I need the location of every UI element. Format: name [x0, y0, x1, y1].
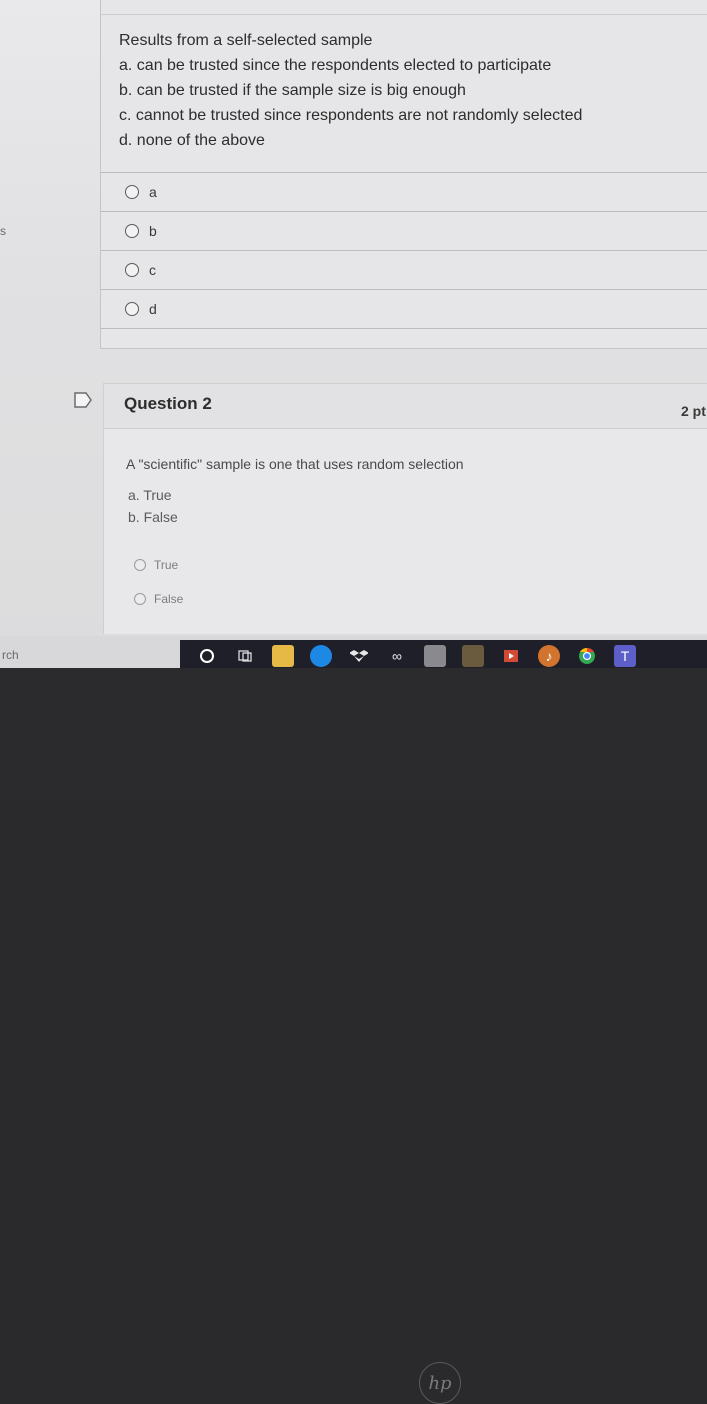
question-2-card: Question 2 A "scientific" sample is one … [103, 383, 707, 634]
task-view-icon[interactable] [234, 645, 256, 667]
answer-b[interactable]: b [101, 211, 707, 250]
question-1-option-d: d. none of the above [119, 132, 265, 149]
answer-true-label: True [154, 558, 179, 572]
radio-b[interactable] [125, 224, 139, 238]
margin-mark: s [0, 224, 6, 238]
question-1-text: Results from a self-selected sample a. c… [119, 28, 639, 153]
question-1-option-b: b. can be trusted if the sample size is … [119, 82, 466, 99]
answer-true[interactable]: True [134, 558, 178, 572]
question-1-card: Results from a self-selected sample a. c… [100, 0, 707, 349]
question-2-option-a: a. True [128, 487, 172, 503]
dropbox-icon[interactable] [348, 645, 370, 667]
question-2-text: A "scientific" sample is one that uses r… [126, 456, 464, 472]
browser-viewport: s Results from a self-selected sample a.… [0, 0, 707, 668]
media-player-icon[interactable] [500, 645, 522, 667]
calculator-icon[interactable] [424, 645, 446, 667]
answer-false-label: False [154, 592, 184, 606]
radio-c[interactable] [125, 263, 139, 277]
infinity-icon[interactable]: ∞ [386, 645, 408, 667]
question-2-title: Question 2 [124, 394, 212, 413]
question-1-stem: Results from a self-selected sample [119, 32, 373, 49]
divider [101, 14, 707, 15]
answer-false[interactable]: False [134, 592, 183, 606]
radio-a[interactable] [125, 185, 139, 199]
radio-true[interactable] [134, 559, 146, 571]
hp-logo: hp [419, 1362, 461, 1404]
answer-a-label: a [149, 184, 157, 200]
edge-icon[interactable] [310, 645, 332, 667]
cortana-icon[interactable] [196, 645, 218, 667]
answer-a[interactable]: a [101, 172, 707, 211]
music-icon[interactable]: ♪ [538, 645, 560, 667]
question-1-option-a: a. can be trusted since the respondents … [119, 57, 552, 74]
answer-d-label: d [149, 301, 157, 317]
radio-d[interactable] [125, 302, 139, 316]
radio-false[interactable] [134, 593, 146, 605]
question-2-points: 2 pt [681, 403, 706, 419]
answer-c[interactable]: c [101, 250, 707, 289]
store-icon[interactable] [462, 645, 484, 667]
question-1-answers: a b c d [101, 172, 707, 329]
question-2-header: Question 2 [104, 384, 707, 429]
answer-d[interactable]: d [101, 289, 707, 329]
chrome-icon[interactable] [576, 645, 598, 667]
question-2-option-b: b. False [128, 509, 178, 525]
answer-c-label: c [149, 262, 156, 278]
answer-b-label: b [149, 223, 157, 239]
flag-question-icon[interactable] [73, 392, 93, 408]
laptop-bezel: hp [0, 668, 707, 1404]
teams-icon[interactable]: T [614, 645, 636, 667]
question-1-option-c: c. cannot be trusted since respondents a… [119, 107, 583, 124]
taskbar-search-text[interactable]: rch [2, 648, 19, 662]
file-explorer-icon[interactable] [272, 645, 294, 667]
